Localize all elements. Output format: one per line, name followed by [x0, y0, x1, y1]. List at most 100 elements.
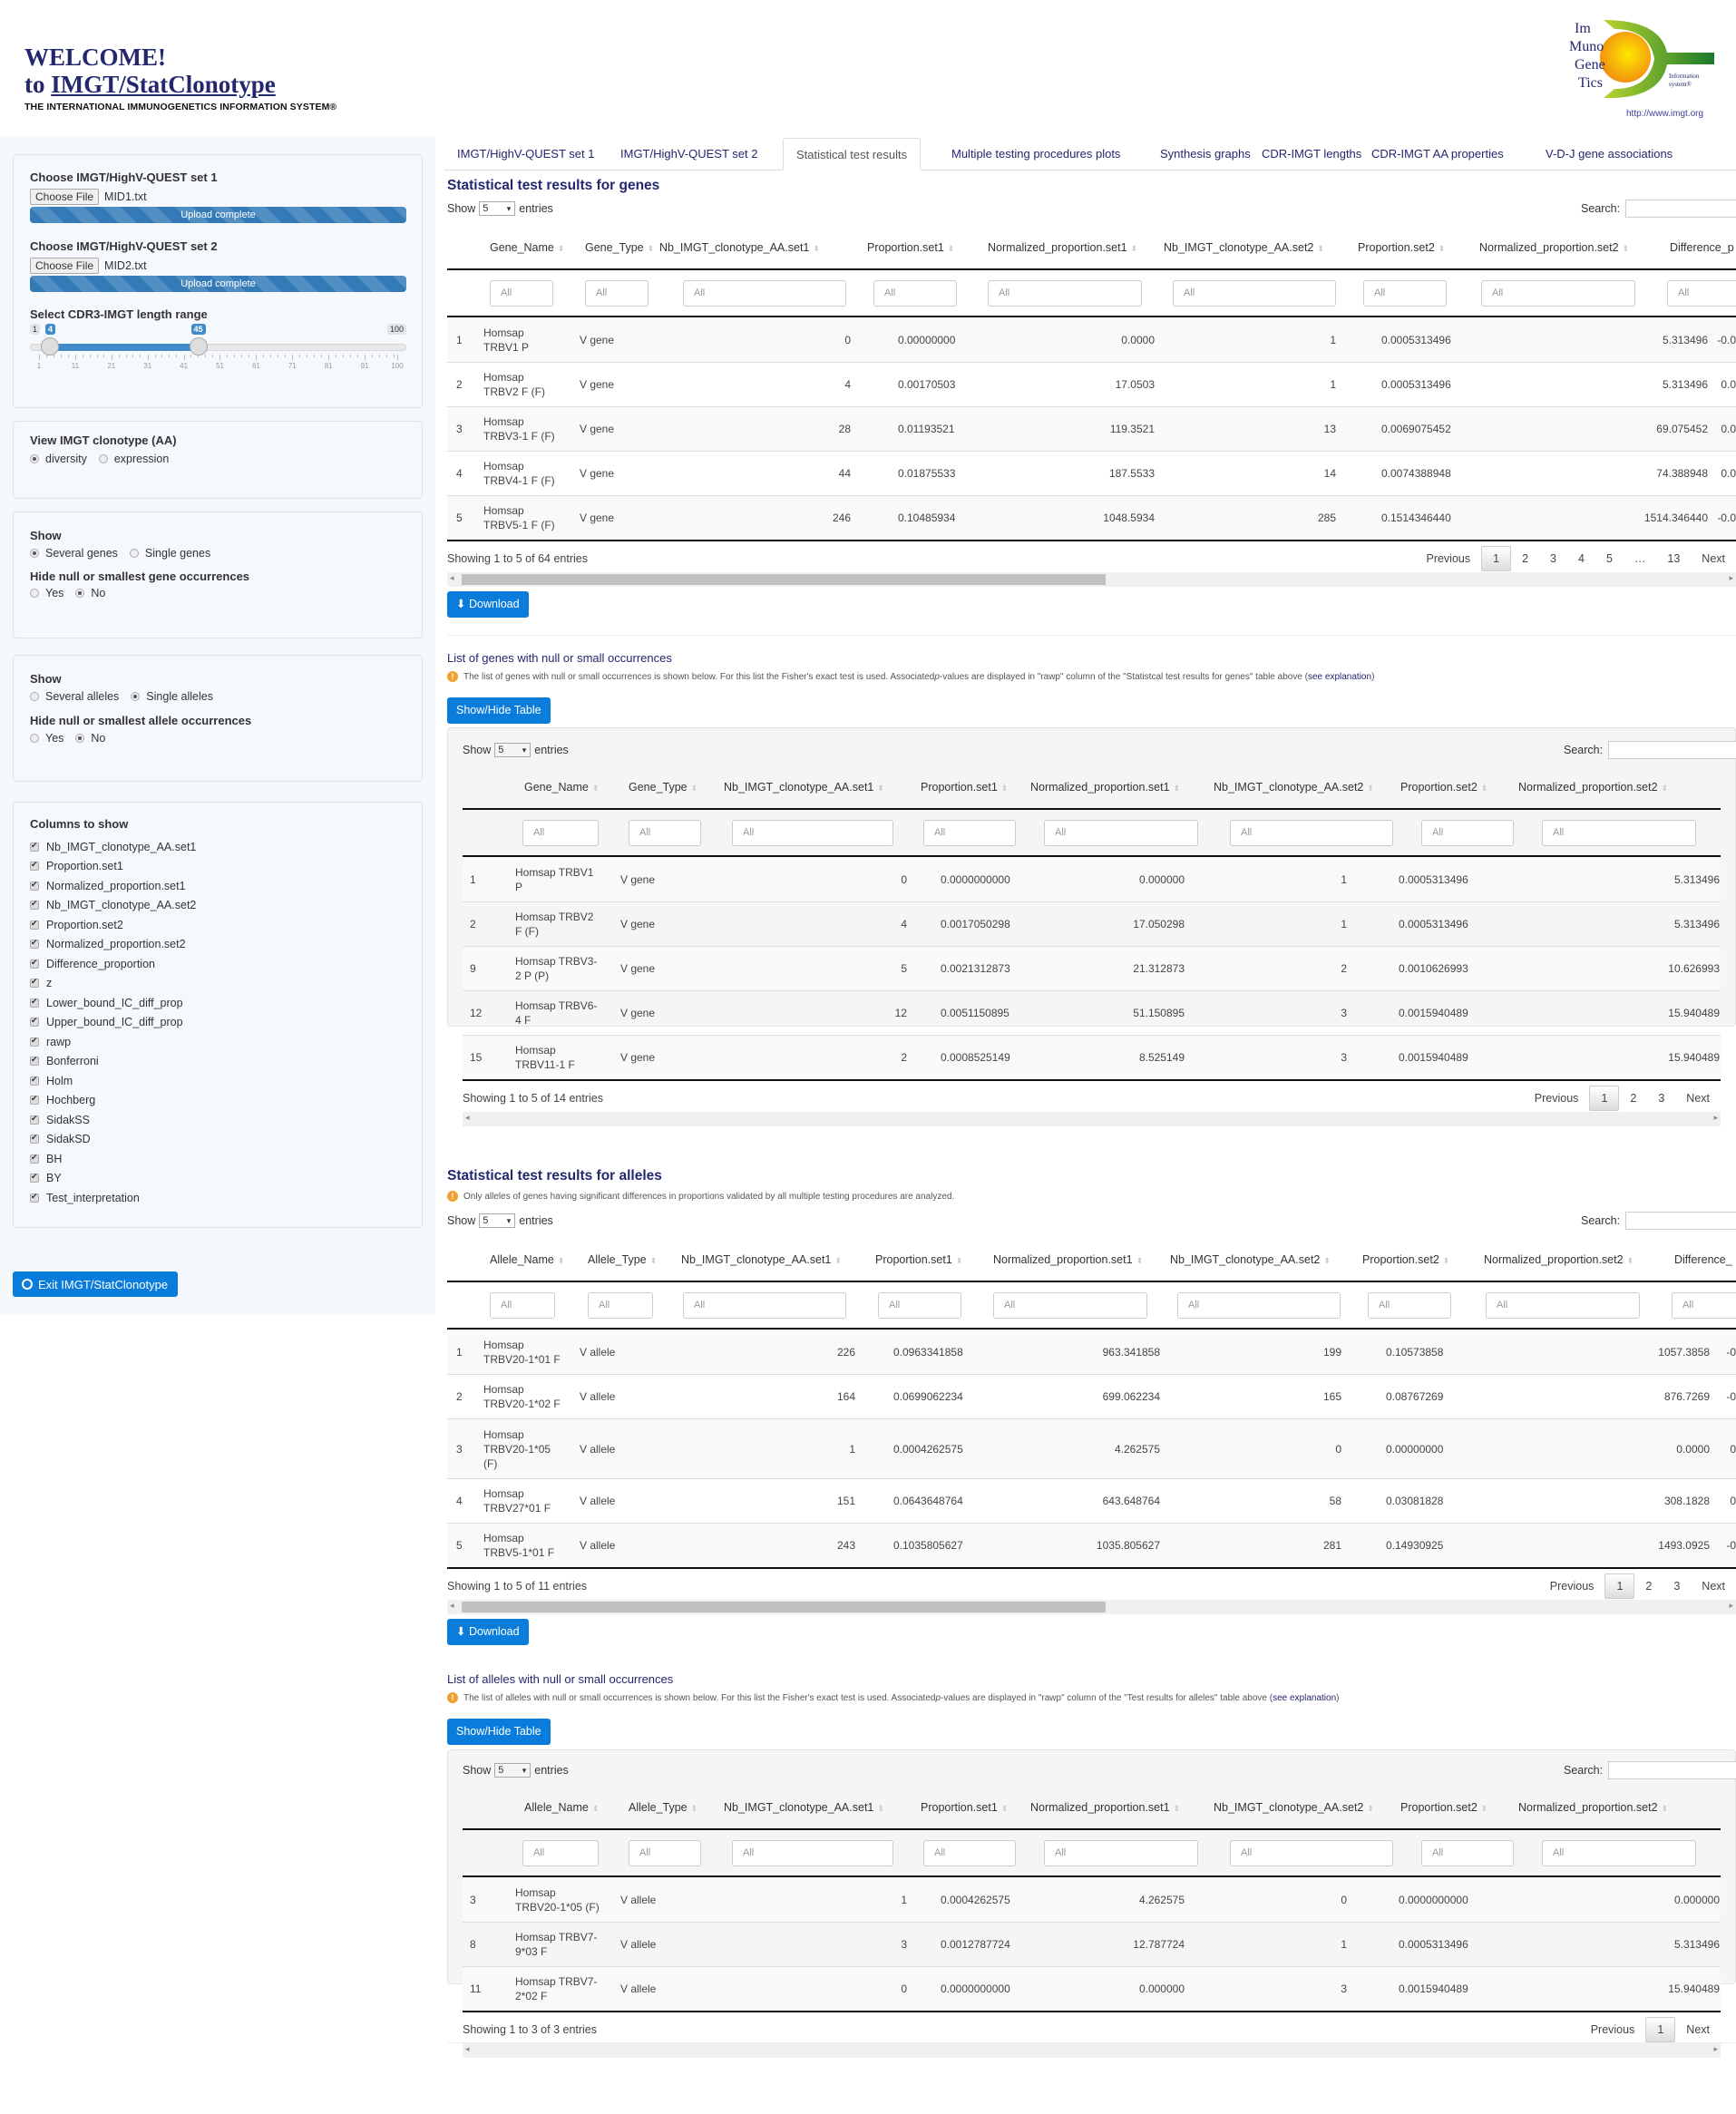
column-header[interactable]: Nb_IMGT_clonotype_AA.set1 ⬍ — [681, 1253, 842, 1266]
previous-page-button[interactable]: Previous — [1580, 2023, 1646, 2036]
column-checkbox-item[interactable]: Lower_bound_IC_diff_prop — [30, 993, 196, 1013]
column-checkbox-item[interactable]: Difference_proportion — [30, 954, 196, 974]
column-header[interactable]: Proportion.set1 ⬍ — [921, 781, 1008, 794]
radio-button[interactable] — [75, 734, 85, 743]
column-header[interactable]: Allele_Type ⬍ — [629, 1801, 697, 1814]
table-row[interactable]: 3 Homsap TRBV20-1*05 (F) V allele 1 0.000426… — [447, 1418, 1736, 1478]
column-filter-input[interactable]: All — [629, 820, 701, 846]
column-header[interactable]: Gene_Name ⬍ — [490, 241, 564, 254]
column-checkbox-item[interactable]: Holm — [30, 1071, 196, 1091]
column-checkbox-item[interactable]: BY — [30, 1169, 196, 1189]
radio-button[interactable] — [129, 549, 139, 558]
table-row[interactable]: 8 Homsap TRBV7-9*03 F V allele 3 0.001278772… — [463, 1922, 1721, 1966]
column-checkbox-item[interactable]: BH — [30, 1149, 196, 1169]
radio-button[interactable] — [98, 454, 108, 463]
search-input[interactable] — [1608, 741, 1736, 759]
genes-download-button[interactable]: ⬇ Download — [447, 591, 529, 618]
radio-button[interactable] — [30, 734, 39, 743]
column-checkbox-item[interactable]: Test_interpretation — [30, 1188, 196, 1208]
alleles-show-radio-several-alleles[interactable]: Several alleles — [30, 690, 119, 703]
column-filter-input[interactable]: All — [522, 1840, 599, 1866]
column-header[interactable]: Difference_p — [1670, 241, 1734, 254]
next-page-button[interactable]: Next — [1675, 1092, 1721, 1105]
scroll-right-icon[interactable]: ▸ — [1729, 1601, 1733, 1611]
column-checkbox-item[interactable]: Proportion.set1 — [30, 857, 196, 877]
tab-synthesis-graphs[interactable]: Synthesis graphs — [1147, 138, 1263, 170]
imgt-url[interactable]: http://www.imgt.org — [1626, 109, 1703, 119]
checkbox[interactable] — [30, 1192, 39, 1203]
table-row[interactable]: 5 Homsap TRBV5-1 F (F) V gene 246 0.10485934… — [447, 495, 1736, 540]
page-button-2[interactable]: 2 — [1511, 552, 1539, 565]
column-filter-input[interactable]: All — [490, 280, 553, 307]
scroll-right-icon[interactable]: ▸ — [1729, 573, 1733, 583]
column-filter-input[interactable]: All — [1486, 1292, 1640, 1319]
alleles-hide-radio-yes[interactable]: Yes — [30, 732, 63, 745]
page-length-select[interactable]: 5 — [494, 1763, 532, 1778]
checkbox[interactable] — [30, 958, 39, 969]
column-header[interactable]: Proportion.set2 ⬍ — [1400, 781, 1487, 794]
column-header[interactable]: Proportion.set1 ⬍ — [867, 241, 954, 254]
page-button-1[interactable]: 1 — [1589, 1086, 1620, 1111]
table-row[interactable]: 4 Homsap TRBV27*01 F V allele 151 0.06436487… — [447, 1478, 1736, 1523]
tab-multiple-testing-procedures-plots[interactable]: Multiple testing procedures plots — [939, 138, 1133, 170]
genes-hide-radio-no[interactable]: No — [75, 587, 105, 599]
column-header[interactable]: Proportion.set1 ⬍ — [875, 1253, 962, 1266]
slider-handle-to[interactable] — [189, 337, 208, 356]
previous-page-button[interactable]: Previous — [1539, 1580, 1605, 1593]
column-header[interactable]: Allele_Type ⬍ — [588, 1253, 657, 1266]
next-page-button[interactable]: Next — [1691, 552, 1736, 565]
column-filter-input[interactable]: All — [923, 820, 1016, 846]
column-checkbox-item[interactable]: Nb_IMGT_clonotype_AA.set1 — [30, 837, 196, 857]
radio-button[interactable] — [30, 589, 39, 598]
column-header[interactable]: Gene_Type ⬍ — [629, 781, 697, 794]
column-filter-input[interactable]: All — [585, 280, 649, 307]
column-filter-input[interactable]: All — [490, 1292, 555, 1319]
tab-cdr-imgt-aa-properties[interactable]: CDR-IMGT AA properties — [1359, 138, 1517, 170]
horizontal-scrollbar[interactable]: ◂ ▸ — [447, 572, 1736, 587]
column-checkbox-item[interactable]: Bonferroni — [30, 1052, 196, 1072]
checkbox[interactable] — [30, 919, 39, 930]
scroll-right-icon[interactable]: ▸ — [1713, 2044, 1718, 2054]
radio-button[interactable] — [30, 454, 39, 463]
table-row[interactable]: 1 Homsap TRBV1 P V gene 0 0.00000000 0.0000 1 0… — [447, 317, 1736, 362]
checkbox[interactable] — [30, 1075, 39, 1086]
table-row[interactable]: 1 Homsap TRBV20-1*01 F V allele 226 0.096334… — [447, 1330, 1736, 1374]
radio-button[interactable] — [131, 692, 141, 701]
column-filter-input[interactable]: All — [1230, 820, 1393, 846]
scroll-left-icon[interactable]: ◂ — [450, 1601, 454, 1611]
table-row[interactable]: 12 Homsap TRBV6-4 F V gene 12 0.0051150895 51… — [463, 990, 1721, 1035]
view-radio-diversity[interactable]: diversity — [30, 453, 87, 465]
column-filter-input[interactable]: All — [683, 280, 846, 307]
column-header[interactable]: Normalized_proportion.set1 ⬍ — [1030, 781, 1180, 794]
table-row[interactable]: 2 Homsap TRBV2 F (F) V gene 4 0.0017050298 17… — [463, 901, 1721, 946]
next-page-button[interactable]: Next — [1675, 2023, 1721, 2036]
page-button-1[interactable]: 1 — [1481, 546, 1512, 571]
page-button-1[interactable]: 1 — [1645, 2017, 1676, 2042]
column-filter-input[interactable]: All — [1421, 820, 1514, 846]
column-checkbox-item[interactable]: SidakSS — [30, 1110, 196, 1130]
column-filter-input[interactable]: All — [1667, 280, 1736, 307]
column-header[interactable]: Proportion.set2 ⬍ — [1400, 1801, 1487, 1814]
scroll-right-icon[interactable]: ▸ — [1713, 1113, 1718, 1123]
column-header[interactable]: Gene_Type ⬍ — [585, 241, 654, 254]
tab-imgt-highv-quest-set-2[interactable]: IMGT/HighV-QUEST set 2 — [608, 138, 770, 170]
horizontal-scrollbar[interactable]: ◂ ▸ — [447, 1600, 1736, 1614]
checkbox[interactable] — [30, 880, 39, 891]
column-header[interactable]: Nb_IMGT_clonotype_AA.set1 ⬍ — [659, 241, 820, 254]
table-row[interactable]: 3 Homsap TRBV20-1*05 (F) V allele 1 0.000426… — [463, 1877, 1721, 1922]
column-header[interactable]: Normalized_proportion.set2 ⬍ — [1484, 1253, 1634, 1266]
column-header[interactable]: Nb_IMGT_clonotype_AA.set2 ⬍ — [1214, 781, 1374, 794]
column-header[interactable]: Allele_Name ⬍ — [524, 1801, 599, 1814]
column-filter-input[interactable]: All — [732, 820, 893, 846]
set2-choose-file-button[interactable]: Choose File — [30, 258, 100, 274]
column-filter-input[interactable]: All — [629, 1840, 701, 1866]
column-header[interactable]: Normalized_proportion.set1 ⬍ — [993, 1253, 1143, 1266]
alleles-show-hide-button[interactable]: Show/Hide Table — [447, 1719, 551, 1745]
column-header[interactable]: Normalized_proportion.set1 ⬍ — [988, 241, 1137, 254]
search-input[interactable] — [1625, 1212, 1736, 1230]
cdr3-length-slider[interactable]: 1 100 4 45 1 11 21 31 41 51 61 71 81 91 100 — [30, 322, 406, 376]
tab-imgt-highv-quest-set-1[interactable]: IMGT/HighV-QUEST set 1 — [444, 138, 607, 170]
scrollbar-thumb[interactable] — [462, 1602, 1107, 1612]
table-row[interactable]: 2 Homsap TRBV20-1*02 F V allele 164 0.069906… — [447, 1374, 1736, 1418]
checkbox[interactable] — [30, 899, 39, 911]
